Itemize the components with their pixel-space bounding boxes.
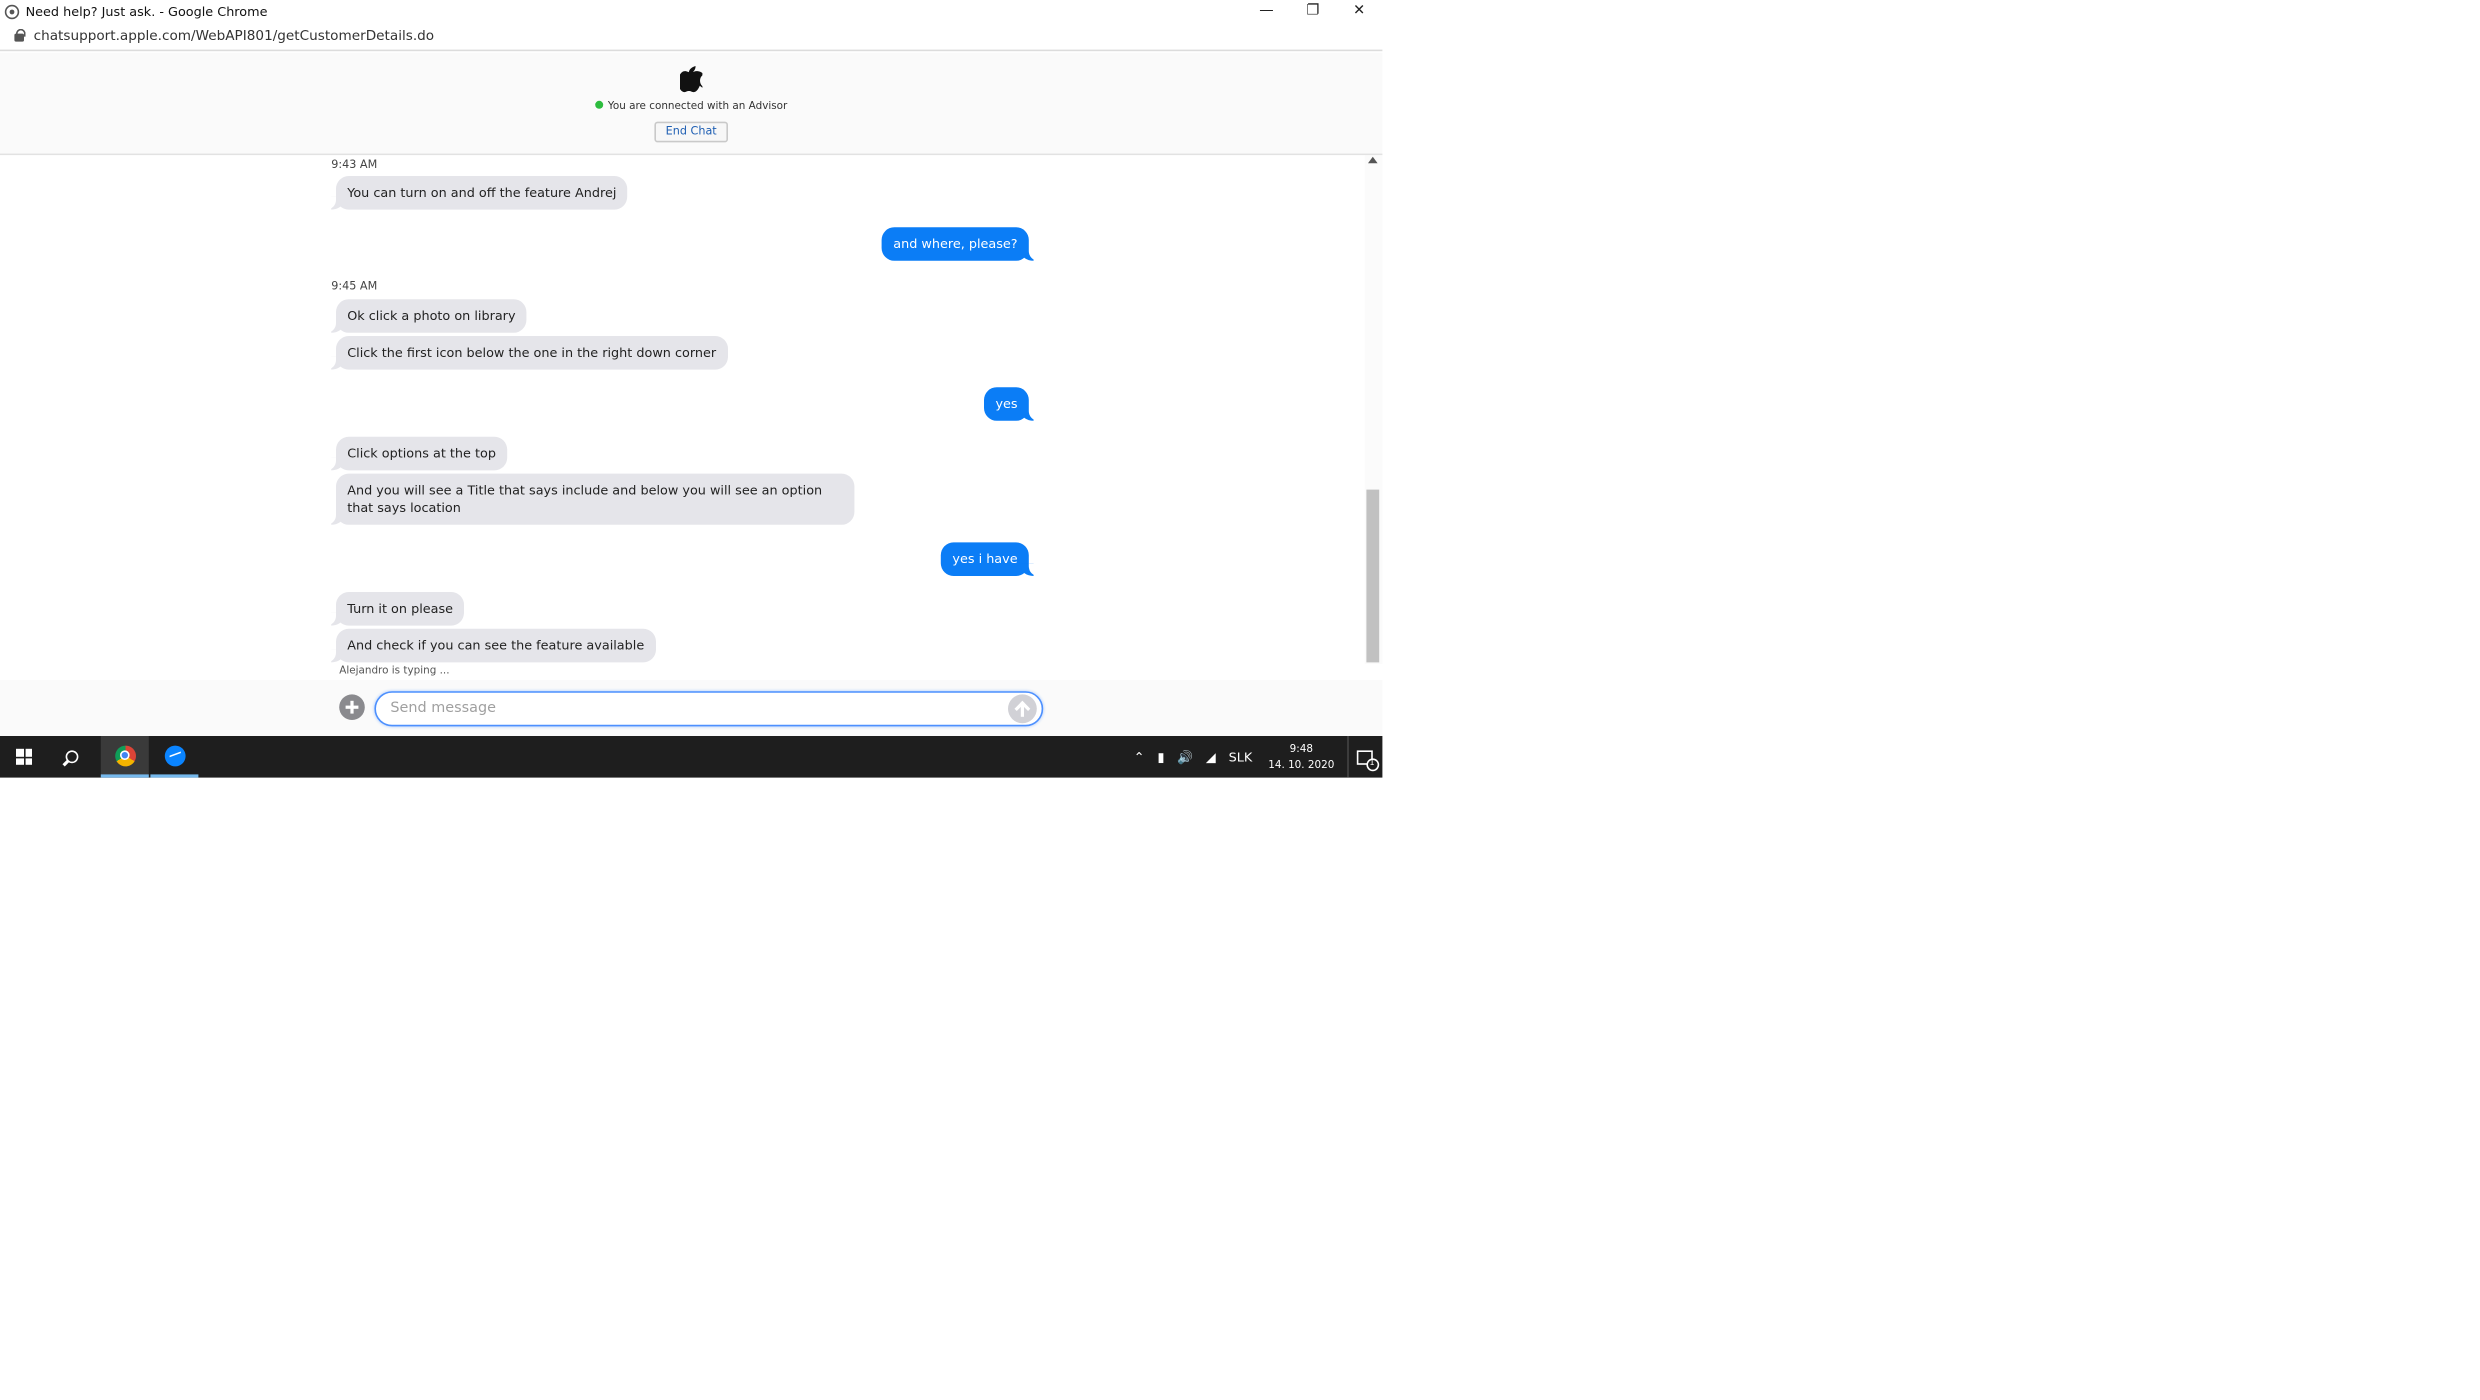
close-button[interactable]: ✕ <box>1336 0 1382 22</box>
screen: Need help? Just ask. - Google Chrome — ❐… <box>0 0 1383 778</box>
apple-logo-icon <box>680 66 703 93</box>
notification-center-icon[interactable] <box>1347 736 1379 778</box>
end-chat-button[interactable]: End Chat <box>654 121 728 143</box>
typing-indicator: Alejandro is typing ... <box>339 664 450 677</box>
system-tray: ⌃ ▮ 🔊 ◢ SLK 9:48 14. 10. 2020 <box>1127 736 1382 778</box>
add-attachment-plus-icon[interactable] <box>339 694 365 720</box>
connection-status: You are connected with an Advisor <box>0 99 1382 112</box>
chevron-up-icon[interactable]: ⌃ <box>1134 750 1145 764</box>
minimize-button[interactable]: — <box>1243 0 1289 22</box>
language-indicator[interactable]: SLK <box>1229 750 1253 764</box>
incoming-message: Click the first icon below the one in th… <box>326 336 728 370</box>
battery-icon[interactable]: ▮ <box>1157 750 1164 764</box>
scroll-up-arrow-icon[interactable] <box>1368 156 1378 164</box>
clock-date: 14. 10. 2020 <box>1268 758 1335 772</box>
outgoing-message: yes i have <box>941 542 1038 576</box>
connection-status-text: You are connected with an Advisor <box>607 99 788 112</box>
lock-icon <box>14 28 26 42</box>
wifi-icon[interactable]: ◢ <box>1206 750 1216 764</box>
volume-icon[interactable]: 🔊 <box>1177 750 1193 764</box>
message-composer <box>0 680 1383 736</box>
chrome-taskbar-icon[interactable] <box>100 736 149 778</box>
outgoing-message: and where, please? <box>882 227 1038 261</box>
search-icon[interactable] <box>48 736 96 778</box>
address-bar[interactable]: chatsupport.apple.com/WebAPI801/getCusto… <box>0 22 1383 52</box>
restore-button[interactable]: ❐ <box>1290 0 1336 22</box>
incoming-message: Turn it on please <box>326 592 465 626</box>
window-titlebar: Need help? Just ask. - Google Chrome — ❐… <box>0 0 1383 23</box>
send-arrow-icon[interactable] <box>1008 694 1037 724</box>
incoming-message: Click options at the top <box>326 436 508 471</box>
incoming-message: And check if you can see the feature ava… <box>326 628 656 663</box>
incoming-message: And you will see a Title that says inclu… <box>326 473 855 525</box>
scrollbar-thumb[interactable] <box>1366 489 1380 663</box>
chrome-window-icon <box>4 4 20 19</box>
clock[interactable]: 9:48 14. 10. 2020 <box>1268 741 1334 773</box>
clock-time: 9:48 <box>1289 742 1313 756</box>
incoming-message: You can turn on and off the feature Andr… <box>326 176 628 210</box>
timestamp: 9:45 AM <box>331 280 378 293</box>
incoming-message: Ok click a photo on library <box>326 299 527 333</box>
windows-taskbar: ⌃ ▮ 🔊 ◢ SLK 9:48 14. 10. 2020 <box>0 736 1383 778</box>
url-text[interactable]: chatsupport.apple.com/WebAPI801/getCusto… <box>34 28 435 44</box>
window-title: Need help? Just ask. - Google Chrome <box>25 4 268 19</box>
chat-header: You are connected with an Advisor End Ch… <box>0 52 1383 156</box>
messenger-taskbar-icon[interactable] <box>150 736 199 778</box>
windows-start-icon[interactable] <box>0 736 48 778</box>
online-status-dot-icon <box>595 100 604 109</box>
timestamp: 9:43 AM <box>331 158 378 172</box>
outgoing-message: yes <box>984 387 1039 421</box>
message-list[interactable]: 9:43 AM You can turn on and off the feat… <box>0 155 1365 680</box>
message-scrollbar[interactable] <box>1364 155 1383 664</box>
message-input[interactable] <box>374 691 1044 727</box>
